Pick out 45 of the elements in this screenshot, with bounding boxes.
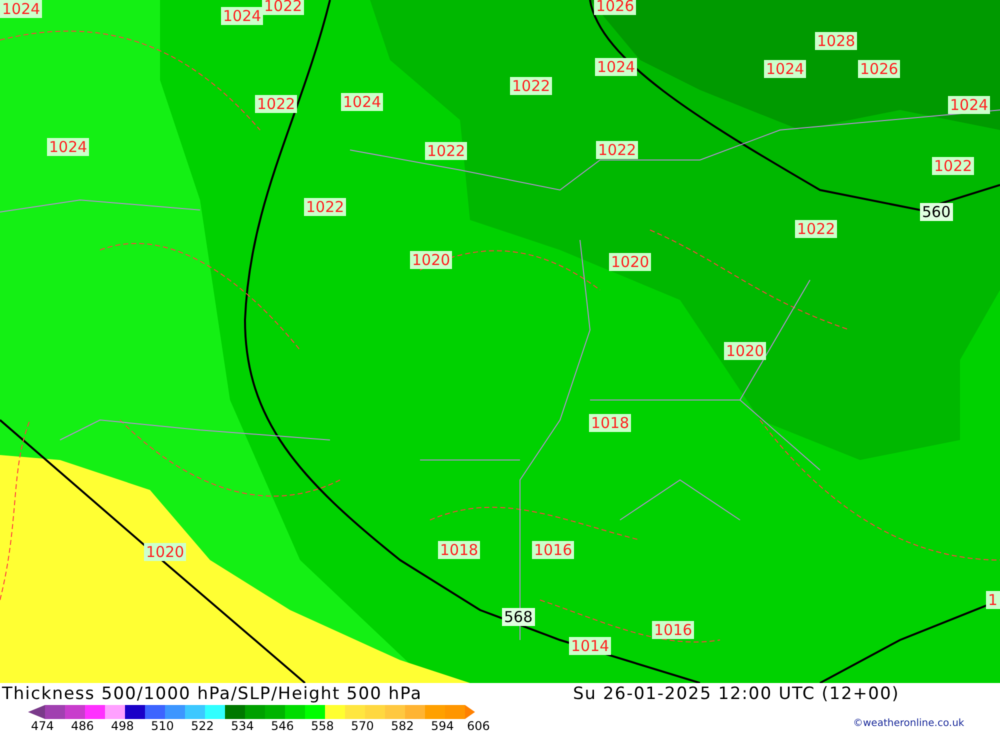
contour-label: 1014 <box>569 637 612 655</box>
legend-tick-label: 582 <box>391 719 414 733</box>
legend-tick-label: 474 <box>31 719 54 733</box>
contour-label: 1022 <box>795 220 838 238</box>
contour-label: 1026 <box>594 0 636 15</box>
legend-tick-label: 606 <box>467 719 490 733</box>
map-datetime: Su 26-01-2025 12:00 UTC (12+00) <box>573 683 900 705</box>
legend-tick-label: 558 <box>311 719 334 733</box>
contour-label: 1024 <box>221 7 264 25</box>
contour-label: 560 <box>920 203 953 221</box>
contour-label: 1024 <box>948 96 990 114</box>
contour-label: 1022 <box>255 95 298 113</box>
contour-label: 1024 <box>47 138 90 156</box>
contour-label: 1024 <box>764 60 806 78</box>
legend-tick-label: 546 <box>271 719 294 733</box>
contour-label: 1024 <box>595 58 638 76</box>
contour-label: 1022 <box>304 198 346 216</box>
contour-label: 1018 <box>438 541 480 559</box>
contour-label: 1022 <box>510 77 552 95</box>
contour-label: 1022 <box>425 142 468 160</box>
contour-label: 1022 <box>932 157 974 175</box>
contour-label: 1018 <box>589 414 632 432</box>
contour-label: 1024 <box>0 0 42 18</box>
legend-tick-label: 486 <box>71 719 94 733</box>
contour-label: 1024 <box>341 93 384 111</box>
contour-label: 1020 <box>144 543 186 561</box>
legend-tick-label: 570 <box>351 719 374 733</box>
contour-label: 1 <box>986 591 1000 609</box>
contour-label: 1020 <box>410 251 452 269</box>
contour-label: 1020 <box>724 342 766 360</box>
contour-label: 1028 <box>815 32 858 50</box>
contour-label: 1016 <box>532 541 574 559</box>
contour-label: 1022 <box>596 141 638 159</box>
contour-label: 1026 <box>858 60 900 78</box>
contour-label: 568 <box>502 608 535 626</box>
legend-tick-label: 522 <box>191 719 214 733</box>
contour-label: 1020 <box>609 253 652 271</box>
legend-tick-label: 498 <box>111 719 134 733</box>
contour-label: 1016 <box>652 621 694 639</box>
map-title: Thickness 500/1000 hPa/SLP/Height 500 hPa <box>2 683 422 705</box>
credit-text: ©weatheronline.co.uk <box>853 718 964 730</box>
legend-tick-label: 510 <box>151 719 174 733</box>
legend-tick-label: 534 <box>231 719 254 733</box>
legend-tick-label: 594 <box>431 719 454 733</box>
contour-label: 1022 <box>262 0 304 15</box>
